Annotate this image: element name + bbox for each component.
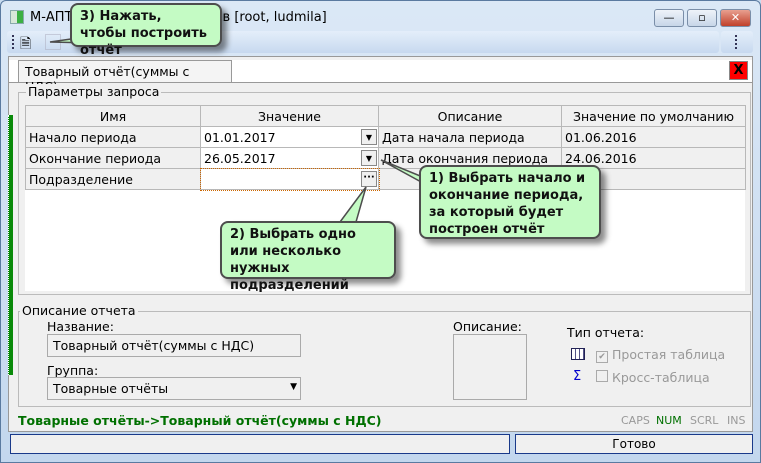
callout-period: 1) Выбрать начало и окончание периода, з…: [419, 165, 601, 239]
callout-department: 2) Выбрать одно или несколько нужных под…: [220, 221, 396, 293]
callout-2-pointer: [338, 186, 367, 223]
callout-build-report: 3) Нажать, чтобы построить отчёт: [70, 3, 222, 58]
